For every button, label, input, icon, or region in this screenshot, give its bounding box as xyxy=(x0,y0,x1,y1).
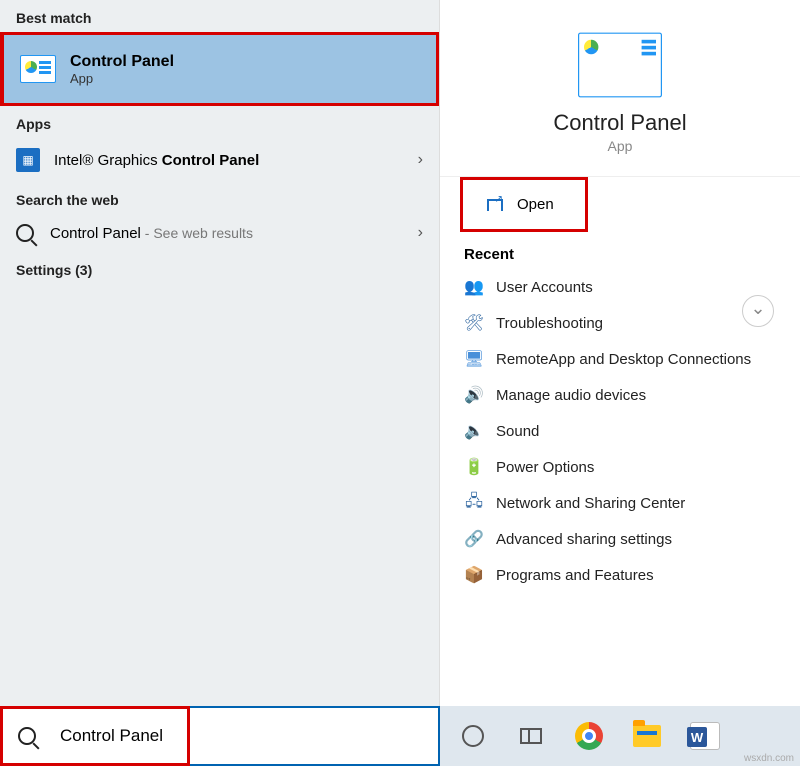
search-bar[interactable] xyxy=(0,706,440,766)
detail-hero: Control Panel App xyxy=(440,0,800,177)
web-heading: Search the web xyxy=(0,182,439,214)
speaker-icon: 🔊 xyxy=(464,385,484,405)
taskbar-app-chrome[interactable] xyxy=(568,715,610,757)
sharing-icon: 🔗 xyxy=(464,529,484,549)
recent-item-audio-devices[interactable]: 🔊Manage audio devices xyxy=(464,377,776,413)
search-icon xyxy=(18,727,36,745)
best-match-subtitle: App xyxy=(70,71,174,86)
cortana-button[interactable] xyxy=(452,715,494,757)
detail-pane: Control Panel App Open Recent 👥User Acco… xyxy=(440,0,800,706)
recent-item-power-options[interactable]: 🔋Power Options xyxy=(464,449,776,485)
programs-icon: 📦 xyxy=(464,565,484,585)
control-panel-icon xyxy=(578,33,662,98)
detail-title: Control Panel xyxy=(553,110,686,136)
chevron-right-icon: › xyxy=(418,224,423,242)
recent-item-sound[interactable]: 🔈Sound xyxy=(464,413,776,449)
intel-graphics-icon: ▦ xyxy=(16,148,40,172)
apps-result-intel-graphics[interactable]: ▦ Intel® Graphics Control Panel › xyxy=(0,138,439,182)
open-action[interactable]: Open xyxy=(460,177,588,232)
recent-item-network-sharing[interactable]: 🖧Network and Sharing Center xyxy=(464,485,776,521)
cortana-icon xyxy=(462,725,484,747)
remote-desktop-icon: 🖥 xyxy=(464,349,484,369)
file-explorer-icon xyxy=(633,725,661,747)
apps-result-label: Intel® Graphics Control Panel xyxy=(54,152,418,169)
task-view-icon xyxy=(520,728,542,744)
open-icon xyxy=(487,199,503,211)
network-icon: 🖧 xyxy=(464,493,484,513)
search-results-pane: Best match Control Panel App Apps ▦ Inte… xyxy=(0,0,440,706)
chevron-right-icon: › xyxy=(418,151,423,169)
search-input[interactable] xyxy=(52,718,438,754)
watermark: wsxdn.com xyxy=(744,753,794,764)
best-match-title: Control Panel xyxy=(70,53,174,71)
search-icon xyxy=(16,224,34,242)
detail-subtitle: App xyxy=(608,138,633,154)
troubleshooting-icon: 🛠 xyxy=(464,313,484,333)
search-web-result[interactable]: Control Panel - See web results › xyxy=(0,214,439,252)
apps-heading: Apps xyxy=(0,106,439,138)
user-accounts-icon: 👥 xyxy=(464,277,484,297)
recent-item-user-accounts[interactable]: 👥User Accounts xyxy=(464,269,776,305)
recent-item-advanced-sharing[interactable]: 🔗Advanced sharing settings xyxy=(464,521,776,557)
best-match-result[interactable]: Control Panel App xyxy=(0,32,439,106)
open-label: Open xyxy=(517,196,554,213)
recent-item-troubleshooting[interactable]: 🛠Troubleshooting xyxy=(464,305,776,341)
web-result-label: Control Panel - See web results xyxy=(50,225,418,242)
word-icon xyxy=(690,722,720,750)
task-view-button[interactable] xyxy=(510,715,552,757)
best-match-heading: Best match xyxy=(0,0,439,32)
settings-heading[interactable]: Settings (3) xyxy=(0,252,439,284)
battery-icon: 🔋 xyxy=(464,457,484,477)
recent-heading: Recent xyxy=(440,232,800,269)
expand-button[interactable] xyxy=(742,295,774,327)
sound-icon: 🔈 xyxy=(464,421,484,441)
taskbar-app-explorer[interactable] xyxy=(626,715,668,757)
recent-item-programs-features[interactable]: 📦Programs and Features xyxy=(464,557,776,593)
control-panel-icon xyxy=(20,55,56,83)
recent-item-remoteapp[interactable]: 🖥RemoteApp and Desktop Connections xyxy=(464,341,776,377)
taskbar-app-word[interactable] xyxy=(684,715,726,757)
chrome-icon xyxy=(575,722,603,750)
